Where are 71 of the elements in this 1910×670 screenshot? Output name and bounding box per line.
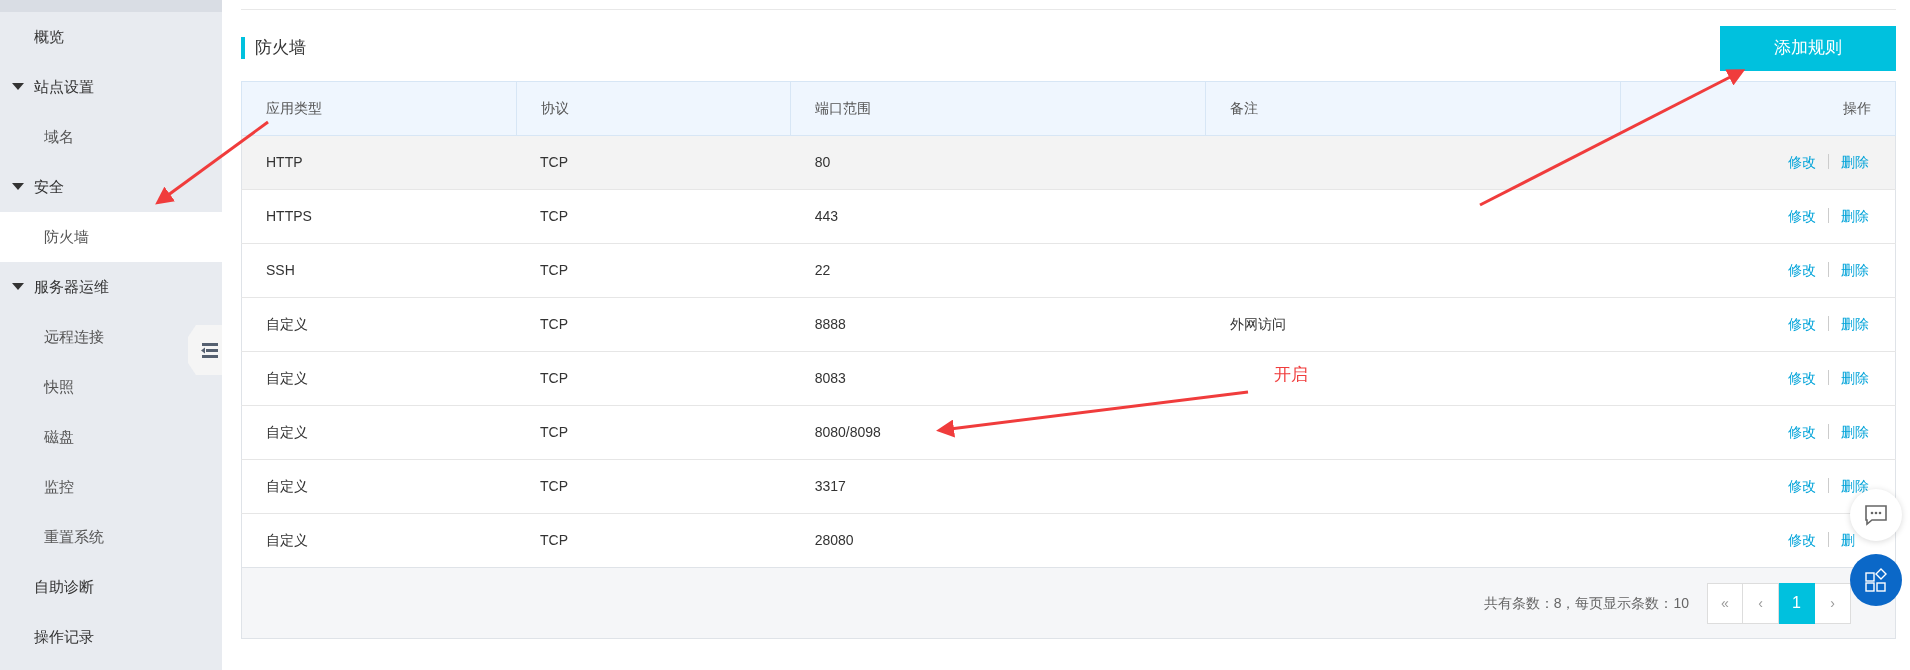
table-cell: 3317 [814, 478, 846, 494]
edit-link[interactable]: 修改 [1788, 424, 1816, 440]
sidebar-item[interactable]: 概览 [0, 12, 186, 62]
table-cell: 22 [814, 262, 831, 278]
table-cell: HTTPS [266, 208, 312, 224]
column-header: 协议 [516, 81, 791, 136]
edit-link[interactable]: 修改 [1788, 154, 1816, 170]
table-cell: 自定义 [266, 316, 308, 332]
table-cell: TCP [540, 424, 569, 440]
delete-link[interactable]: 删 [1841, 532, 1855, 548]
annotation-label: 开启 [1274, 364, 1308, 386]
sidebar-item[interactable]: 操作记录 [0, 612, 186, 662]
sidebar-item[interactable]: 自助诊断 [0, 562, 186, 612]
table-cell: TCP [540, 154, 569, 170]
apps-icon [1864, 568, 1888, 592]
sidebar-subitem[interactable]: 重置系统 [0, 512, 186, 562]
table-cell: SSH [266, 262, 295, 278]
section-title: 防火墙 [241, 37, 306, 59]
table-cell: 外网访问 [1229, 316, 1286, 332]
sidebar-item[interactable]: 安全 [0, 162, 186, 212]
page-button[interactable]: › [1815, 582, 1851, 624]
apps-button[interactable] [1850, 554, 1902, 606]
table-cell: 自定义 [266, 478, 308, 494]
table-cell: 8083 [814, 370, 846, 386]
collapse-handle-icon[interactable] [188, 325, 222, 375]
edit-link[interactable]: 修改 [1788, 532, 1816, 548]
page-button[interactable]: « [1707, 582, 1743, 624]
sidebar-subitem[interactable]: 快照 [0, 362, 186, 412]
table-cell: TCP [540, 478, 569, 494]
table-cell: 80 [814, 154, 831, 170]
sidebar-subitem[interactable]: 域名 [0, 112, 186, 162]
sidebar-item[interactable]: 服务器运维 [0, 262, 186, 312]
column-header: 端口范围 [790, 81, 1206, 136]
sidebar-item[interactable]: 站点设置 [0, 62, 186, 112]
delete-link[interactable]: 删除 [1841, 208, 1869, 224]
delete-link[interactable]: 删除 [1841, 370, 1869, 386]
table-cell: HTTP [266, 154, 303, 170]
sidebar-subitem[interactable]: 监控 [0, 462, 186, 512]
table-cell: TCP [540, 262, 569, 278]
add-rule-button[interactable]: 添加规则 [1720, 25, 1896, 71]
table-cell: 自定义 [266, 370, 308, 386]
column-header: 备注 [1205, 81, 1621, 136]
delete-link[interactable]: 删除 [1841, 316, 1869, 332]
edit-link[interactable]: 修改 [1788, 478, 1816, 494]
record-count: 共有条数：8，每页显示条数：10 [1483, 593, 1689, 613]
edit-link[interactable]: 修改 [1788, 316, 1816, 332]
table-cell: TCP [540, 316, 569, 332]
edit-link[interactable]: 修改 [1788, 370, 1816, 386]
delete-link[interactable]: 删除 [1841, 478, 1869, 494]
table-cell: 自定义 [266, 424, 308, 440]
table-cell: 8888 [814, 316, 846, 332]
page-button[interactable]: 1 [1779, 582, 1815, 624]
table-cell: TCP [540, 208, 569, 224]
delete-link[interactable]: 删除 [1841, 154, 1869, 170]
table-cell: 28080 [814, 532, 854, 548]
sidebar-subitem[interactable]: 磁盘 [0, 412, 186, 462]
delete-link[interactable]: 删除 [1841, 262, 1869, 278]
edit-link[interactable]: 修改 [1788, 262, 1816, 278]
sidebar-subitem[interactable]: 防火墙 [0, 212, 222, 262]
edit-link[interactable]: 修改 [1788, 208, 1816, 224]
page-button[interactable]: ‹ [1743, 582, 1779, 624]
sidebar-subitem[interactable]: 远程连接 [0, 312, 186, 362]
table-cell: 443 [814, 208, 838, 224]
column-header: 操作 [1620, 81, 1896, 136]
delete-link[interactable]: 删除 [1841, 424, 1869, 440]
table-cell: 自定义 [266, 532, 308, 548]
column-header: 应用类型 [241, 81, 517, 136]
table-cell: 8080/8098 [814, 424, 881, 440]
table-cell: TCP [540, 370, 569, 386]
table-cell: TCP [540, 532, 569, 548]
chat-icon [1864, 503, 1888, 527]
